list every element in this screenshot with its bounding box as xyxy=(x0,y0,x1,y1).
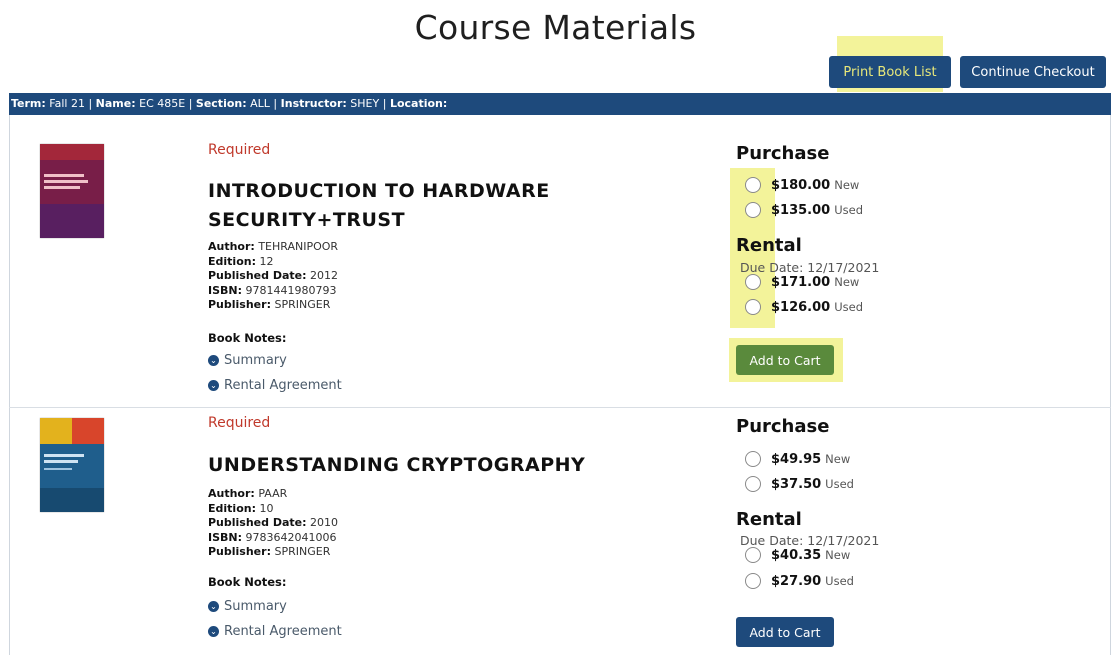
summary-link[interactable]: ⌄ Summary xyxy=(208,353,287,368)
summary-link[interactable]: ⌄ Summary xyxy=(208,599,287,614)
chevron-down-icon: ⌄ xyxy=(208,601,219,612)
purchase-new-option[interactable]: $180.00 New xyxy=(745,177,859,193)
course-info-bar: Term: Fall 21 | Name: EC 485E | Section:… xyxy=(9,93,1111,115)
rental-agreement-link[interactable]: ⌄ Rental Agreement xyxy=(208,378,342,393)
due-date: Due Date: 12/17/2021 xyxy=(740,260,880,275)
radio-button[interactable] xyxy=(745,476,761,492)
rental-new-option[interactable]: $40.35 New xyxy=(745,547,850,563)
purchase-used-option[interactable]: $135.00 Used xyxy=(745,202,863,218)
required-label: Required xyxy=(208,142,271,158)
add-to-cart-button[interactable]: Add to Cart xyxy=(736,345,834,375)
rental-heading: Rental xyxy=(736,509,802,530)
radio-button[interactable] xyxy=(745,299,761,315)
book-title: INTRODUCTION TO HARDWARE SECURITY+TRUST xyxy=(208,180,550,231)
book-title: UNDERSTANDING CRYPTOGRAPHY xyxy=(208,454,586,476)
rental-agreement-link[interactable]: ⌄ Rental Agreement xyxy=(208,624,342,639)
radio-button[interactable] xyxy=(745,177,761,193)
radio-button[interactable] xyxy=(745,547,761,563)
row-divider xyxy=(9,407,1111,408)
book-details: Author: PAAR Edition: 10 Published Date:… xyxy=(208,487,339,558)
chevron-down-icon: ⌄ xyxy=(208,626,219,637)
radio-button[interactable] xyxy=(745,202,761,218)
book-notes-label: Book Notes: xyxy=(208,331,287,345)
book-notes-label: Book Notes: xyxy=(208,575,287,589)
page-title: Course Materials xyxy=(414,8,697,47)
book-list xyxy=(9,115,1111,655)
continue-checkout-button[interactable]: Continue Checkout xyxy=(960,56,1106,88)
radio-button[interactable] xyxy=(745,573,761,589)
purchase-heading: Purchase xyxy=(736,416,830,437)
rental-new-option[interactable]: $171.00 New xyxy=(745,274,859,290)
due-date: Due Date: 12/17/2021 xyxy=(740,533,880,548)
rental-heading: Rental xyxy=(736,235,802,256)
chevron-down-icon: ⌄ xyxy=(208,380,219,391)
purchase-new-option[interactable]: $49.95 New xyxy=(745,451,850,467)
purchase-heading: Purchase xyxy=(736,143,830,164)
rental-used-option[interactable]: $27.90 Used xyxy=(745,573,854,589)
rental-used-option[interactable]: $126.00 Used xyxy=(745,299,863,315)
purchase-used-option[interactable]: $37.50 Used xyxy=(745,476,854,492)
book-details: Author: TEHRANIPOOR Edition: 12 Publishe… xyxy=(208,240,339,311)
book-cover-image xyxy=(40,418,104,512)
add-to-cart-button[interactable]: Add to Cart xyxy=(736,617,834,647)
chevron-down-icon: ⌄ xyxy=(208,355,219,366)
radio-button[interactable] xyxy=(745,274,761,290)
print-book-list-button[interactable]: Print Book List xyxy=(829,56,951,88)
book-cover-image xyxy=(40,144,104,238)
required-label: Required xyxy=(208,415,271,431)
radio-button[interactable] xyxy=(745,451,761,467)
